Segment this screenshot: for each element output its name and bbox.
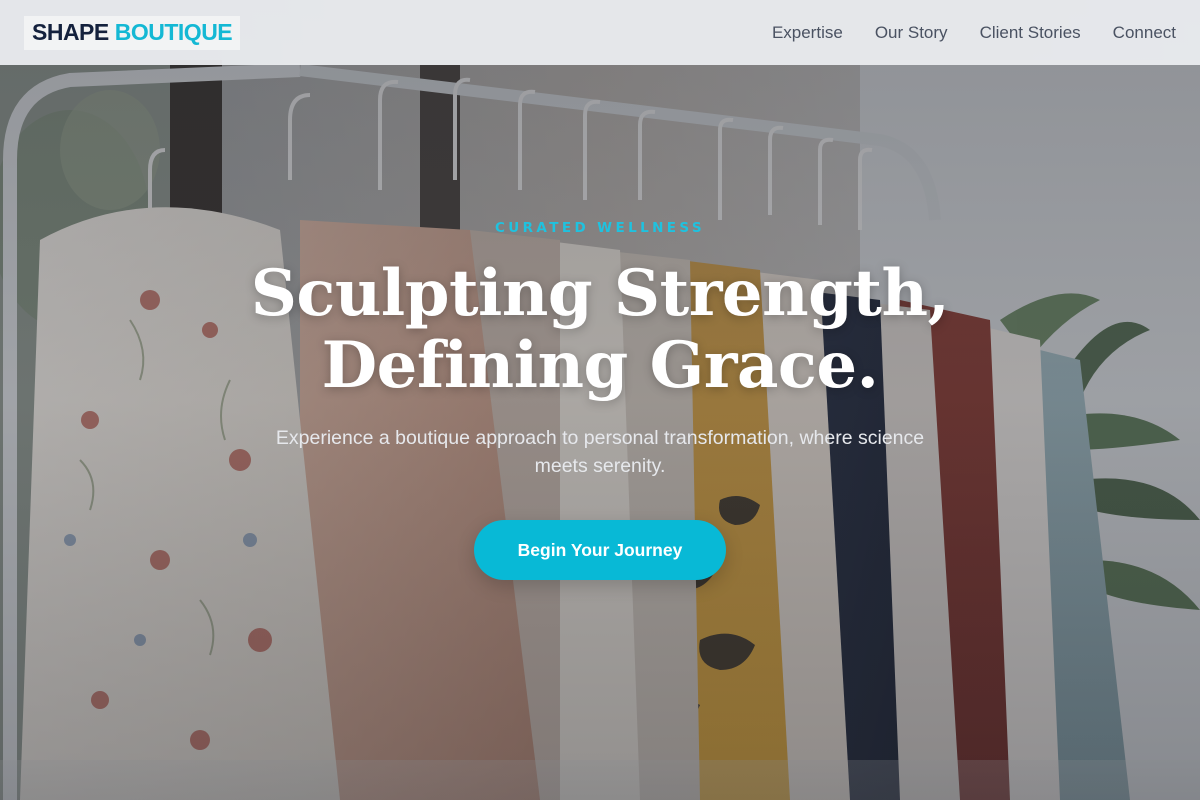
hero-headline-line-1: Sculpting Strength,	[250, 256, 950, 331]
logo[interactable]: SHAPE BOUTIQUE	[24, 15, 241, 50]
nav-link-connect[interactable]: Connect	[1113, 23, 1176, 43]
nav-link-client-stories[interactable]: Client Stories	[980, 23, 1081, 43]
begin-journey-button[interactable]: Begin Your Journey	[474, 520, 726, 580]
hero-subtext: Experience a boutique approach to person…	[275, 427, 925, 477]
logo-accent-text: BOUTIQUE	[114, 18, 233, 45]
logo-primary-text: SHAPE	[32, 18, 109, 45]
main-nav: Expertise Our Story Client Stories Conne…	[772, 23, 1176, 43]
hero-section: CURATED WELLNESS Sculpting Strength, Def…	[0, 0, 1200, 800]
hero-eyebrow: CURATED WELLNESS	[494, 220, 706, 236]
hero-headline: Sculpting Strength, Defining Grace.	[0, 258, 1200, 402]
site-header: SHAPE BOUTIQUE Expertise Our Story Clien…	[0, 0, 1200, 65]
hero-headline-line-2: Defining Grace.	[321, 328, 879, 403]
nav-link-our-story[interactable]: Our Story	[875, 23, 948, 43]
nav-link-expertise[interactable]: Expertise	[772, 23, 843, 43]
